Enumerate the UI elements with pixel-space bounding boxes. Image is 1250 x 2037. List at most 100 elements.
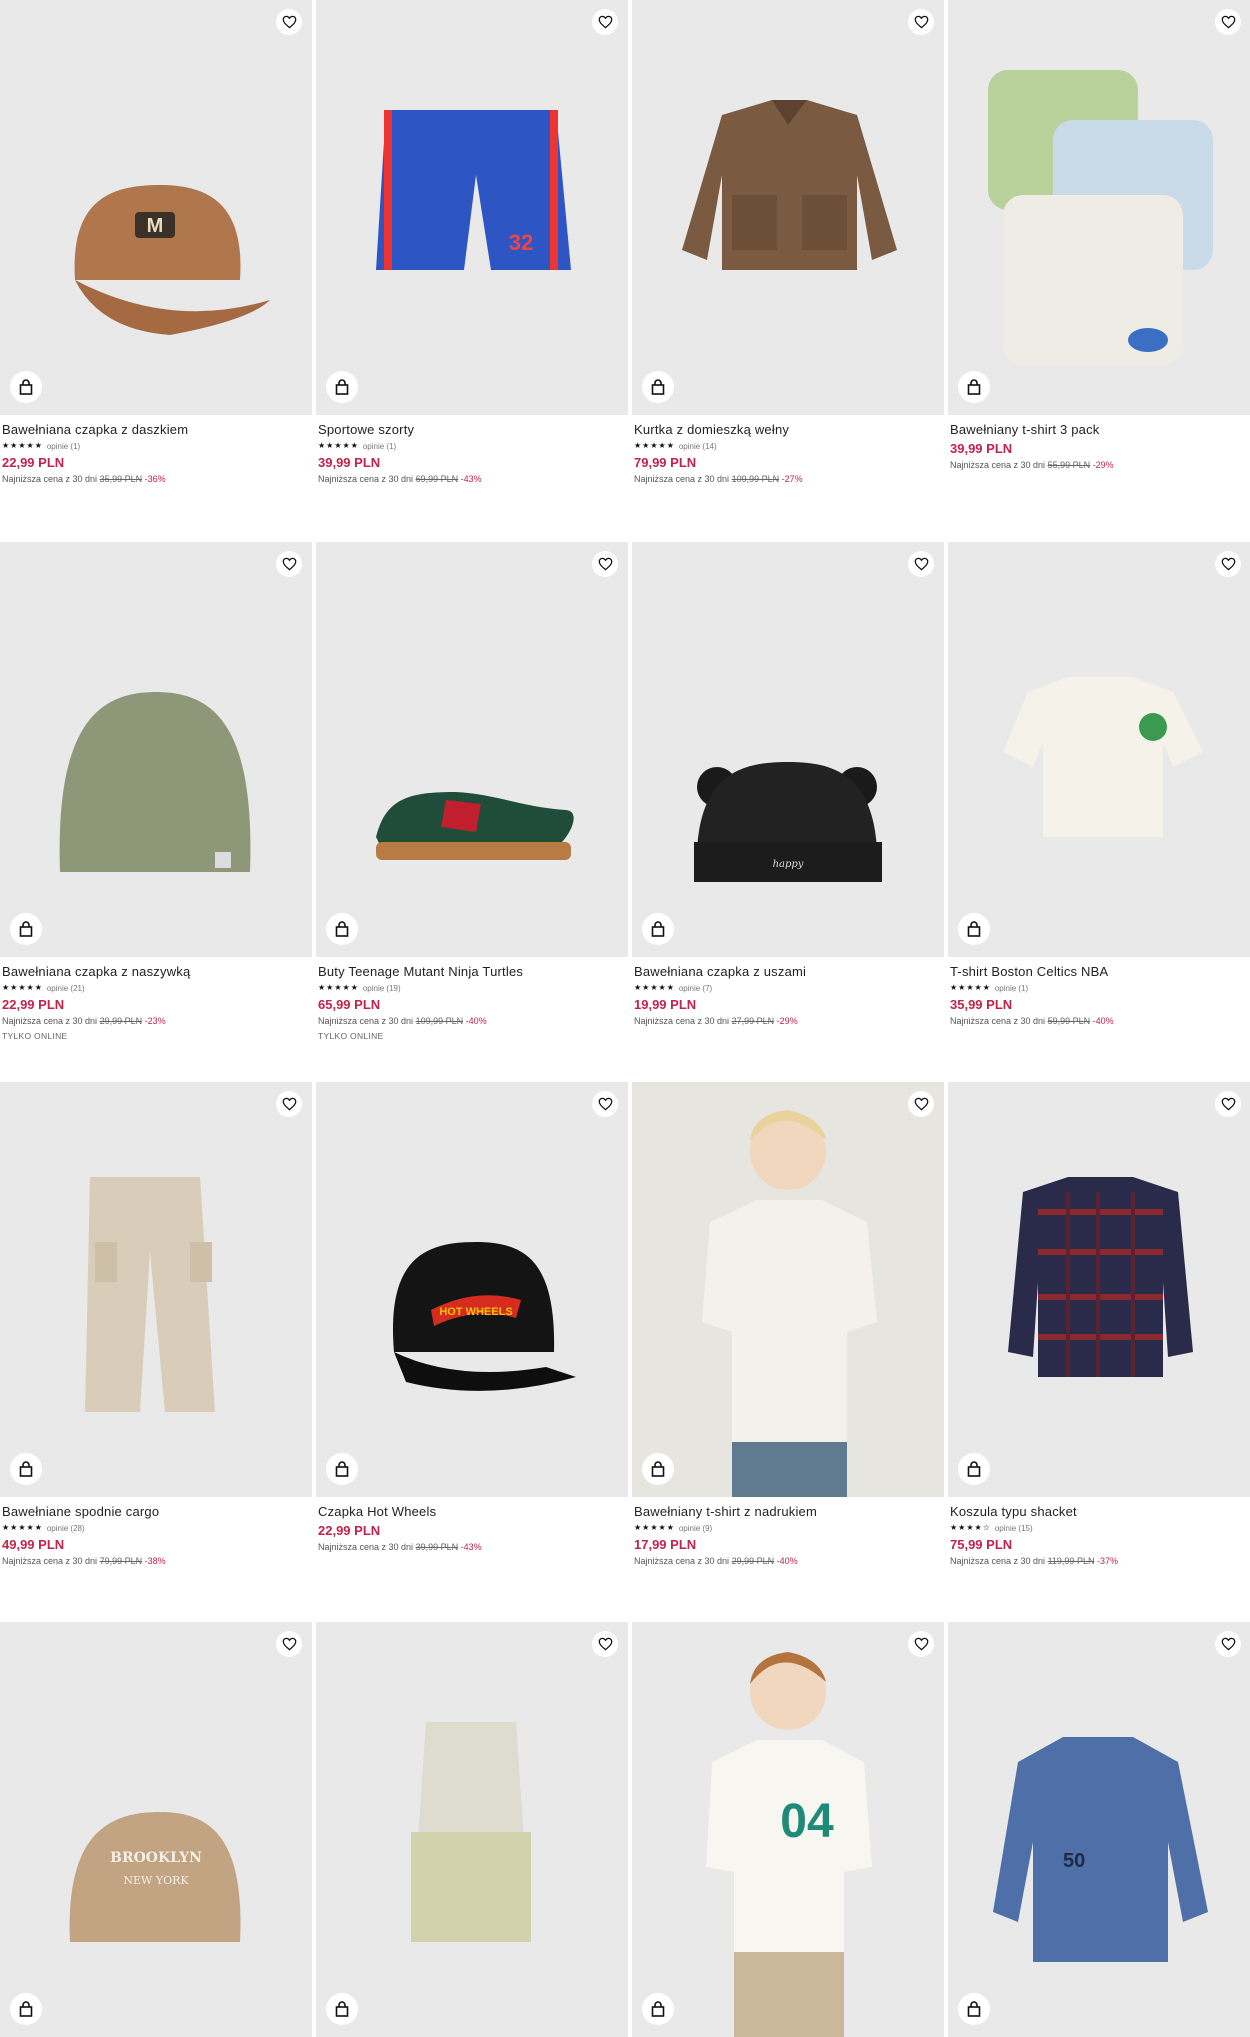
product-card[interactable]: 50 bbox=[948, 1622, 1250, 2037]
product-card[interactable]: Bawełniany t-shirt z nadrukiem ★★★★★ opi… bbox=[632, 1082, 944, 1622]
lowest-price-label: Najniższa cena z 30 dni bbox=[2, 474, 98, 484]
product-name[interactable]: Bawełniana czapka z uszami bbox=[634, 964, 942, 980]
favorite-button[interactable] bbox=[1215, 1631, 1241, 1657]
product-image[interactable] bbox=[0, 1082, 312, 1497]
product-rating[interactable]: ★★★★★ opinie (1) bbox=[2, 440, 310, 452]
add-to-cart-button[interactable] bbox=[10, 371, 42, 403]
add-to-cart-button[interactable] bbox=[958, 1993, 990, 2025]
product-image[interactable]: M bbox=[0, 0, 312, 415]
product-rating[interactable]: ★★★★★ opinie (1) bbox=[950, 982, 1249, 994]
product-image[interactable] bbox=[948, 542, 1250, 957]
product-card[interactable]: Bawełniana czapka z naszywką ★★★★★ opini… bbox=[0, 542, 312, 1082]
add-to-cart-button[interactable] bbox=[642, 371, 674, 403]
favorite-button[interactable] bbox=[276, 1631, 302, 1657]
add-to-cart-button[interactable] bbox=[642, 913, 674, 945]
favorite-button[interactable] bbox=[1215, 1091, 1241, 1117]
product-card[interactable]: Bawełniany t-shirt 3 pack 39,99 PLN Najn… bbox=[948, 0, 1250, 542]
add-to-cart-button[interactable] bbox=[642, 1993, 674, 2025]
add-to-cart-button[interactable] bbox=[642, 1453, 674, 1485]
add-to-cart-button[interactable] bbox=[958, 1453, 990, 1485]
product-rating[interactable]: ★★★★★ opinie (19) bbox=[318, 982, 626, 994]
product-image[interactable]: BROOKLYN NEW YORK bbox=[0, 1622, 312, 2037]
product-image[interactable]: 04 bbox=[632, 1622, 944, 2037]
product-name[interactable]: Bawełniana czapka z naszywką bbox=[2, 964, 310, 980]
product-card[interactable]: Buty Teenage Mutant Ninja Turtles ★★★★★ … bbox=[316, 542, 628, 1082]
favorite-button[interactable] bbox=[592, 1631, 618, 1657]
add-to-cart-button[interactable] bbox=[10, 1453, 42, 1485]
product-image[interactable]: 50 bbox=[948, 1622, 1250, 2037]
favorite-button[interactable] bbox=[908, 1631, 934, 1657]
product-image[interactable]: happy bbox=[632, 542, 944, 957]
product-image[interactable] bbox=[948, 0, 1250, 415]
add-to-cart-button[interactable] bbox=[10, 1993, 42, 2025]
old-price: 39,99 PLN bbox=[415, 1542, 459, 1552]
review-count: opinie (7) bbox=[678, 983, 713, 993]
favorite-button[interactable] bbox=[276, 1091, 302, 1117]
favorite-button[interactable] bbox=[276, 9, 302, 35]
product-image[interactable] bbox=[948, 1082, 1250, 1497]
product-rating[interactable]: ★★★★☆ opinie (15) bbox=[950, 1522, 1249, 1534]
add-to-cart-button[interactable] bbox=[958, 913, 990, 945]
product-name[interactable]: Bawełniane spodnie cargo bbox=[2, 1504, 310, 1520]
favorite-button[interactable] bbox=[908, 9, 934, 35]
favorite-button[interactable] bbox=[592, 1091, 618, 1117]
product-name[interactable]: Bawełniana czapka z daszkiem bbox=[2, 422, 310, 438]
product-name[interactable]: Kurtka z domieszką wełny bbox=[634, 422, 942, 438]
favorite-button[interactable] bbox=[908, 551, 934, 577]
product-name[interactable]: Koszula typu shacket bbox=[950, 1504, 1249, 1520]
product-name[interactable]: Sportowe szorty bbox=[318, 422, 626, 438]
product-image[interactable]: 32 bbox=[316, 0, 628, 415]
favorite-button[interactable] bbox=[1215, 9, 1241, 35]
add-to-cart-button[interactable] bbox=[326, 913, 358, 945]
add-to-cart-button[interactable] bbox=[10, 913, 42, 945]
product-card[interactable]: Kurtka z domieszką wełny ★★★★★ opinie (1… bbox=[632, 0, 944, 542]
add-to-cart-button[interactable] bbox=[326, 1453, 358, 1485]
product-info: Kurtka z domieszką wełny ★★★★★ opinie (1… bbox=[632, 415, 944, 542]
lowest-price-label: Najniższa cena z 30 dni bbox=[950, 460, 1046, 470]
lowest-price-label: Najniższa cena z 30 dni bbox=[318, 1016, 414, 1026]
product-image[interactable] bbox=[632, 1082, 944, 1497]
product-card[interactable]: HOT WHEELS Czapka Hot Wheels 22,99 PLN N… bbox=[316, 1082, 628, 1622]
product-image[interactable] bbox=[0, 542, 312, 957]
product-name[interactable]: Bawełniany t-shirt 3 pack bbox=[950, 422, 1249, 438]
product-image[interactable]: HOT WHEELS bbox=[316, 1082, 628, 1497]
favorite-button[interactable] bbox=[592, 9, 618, 35]
product-card[interactable]: happy Bawełniana czapka z uszami ★★★★★ o… bbox=[632, 542, 944, 1082]
product-name[interactable]: T-shirt Boston Celtics NBA bbox=[950, 964, 1249, 980]
favorite-button[interactable] bbox=[908, 1091, 934, 1117]
favorite-button[interactable] bbox=[592, 551, 618, 577]
add-to-cart-button[interactable] bbox=[326, 1993, 358, 2025]
add-to-cart-button[interactable] bbox=[326, 371, 358, 403]
product-info: Bawełniana czapka z uszami ★★★★★ opinie … bbox=[632, 957, 944, 1082]
product-card[interactable]: T-shirt Boston Celtics NBA ★★★★★ opinie … bbox=[948, 542, 1250, 1082]
lowest-price-30-days: Najniższa cena z 30 dni 39,99 PLN -43% bbox=[318, 1541, 626, 1553]
product-rating[interactable]: ★★★★★ opinie (7) bbox=[634, 982, 942, 994]
product-grid: M Bawełniana czapka z daszkiem ★★★★★ opi… bbox=[0, 0, 1250, 2037]
product-rating[interactable]: ★★★★★ opinie (1) bbox=[318, 440, 626, 452]
product-rating[interactable]: ★★★★★ opinie (14) bbox=[634, 440, 942, 452]
product-card[interactable]: Koszula typu shacket ★★★★☆ opinie (15) 7… bbox=[948, 1082, 1250, 1622]
product-rating[interactable]: ★★★★★ opinie (21) bbox=[2, 982, 310, 994]
product-name[interactable]: Czapka Hot Wheels bbox=[318, 1504, 626, 1520]
shopping-bag-icon bbox=[335, 921, 349, 937]
product-name[interactable]: Buty Teenage Mutant Ninja Turtles bbox=[318, 964, 626, 980]
product-card[interactable]: M Bawełniana czapka z daszkiem ★★★★★ opi… bbox=[0, 0, 312, 542]
discount-badge: -29% bbox=[1092, 460, 1114, 470]
favorite-button[interactable] bbox=[276, 551, 302, 577]
product-card[interactable]: BROOKLYN NEW YORK bbox=[0, 1622, 312, 2037]
shopping-bag-icon bbox=[967, 379, 981, 395]
product-rating[interactable]: ★★★★★ opinie (28) bbox=[2, 1522, 310, 1534]
product-image[interactable] bbox=[316, 542, 628, 957]
product-card[interactable] bbox=[316, 1622, 628, 2037]
lowest-price-label: Najniższa cena z 30 dni bbox=[318, 474, 414, 484]
favorite-button[interactable] bbox=[1215, 551, 1241, 577]
product-card[interactable]: 32 Sportowe szorty ★★★★★ opinie (1) 39,9… bbox=[316, 0, 628, 542]
old-price: 69,99 PLN bbox=[415, 474, 459, 484]
product-card[interactable]: 04 bbox=[632, 1622, 944, 2037]
product-rating[interactable]: ★★★★★ opinie (9) bbox=[634, 1522, 942, 1534]
product-image[interactable] bbox=[316, 1622, 628, 2037]
product-card[interactable]: Bawełniane spodnie cargo ★★★★★ opinie (2… bbox=[0, 1082, 312, 1622]
add-to-cart-button[interactable] bbox=[958, 371, 990, 403]
product-name[interactable]: Bawełniany t-shirt z nadrukiem bbox=[634, 1504, 942, 1520]
product-image[interactable] bbox=[632, 0, 944, 415]
